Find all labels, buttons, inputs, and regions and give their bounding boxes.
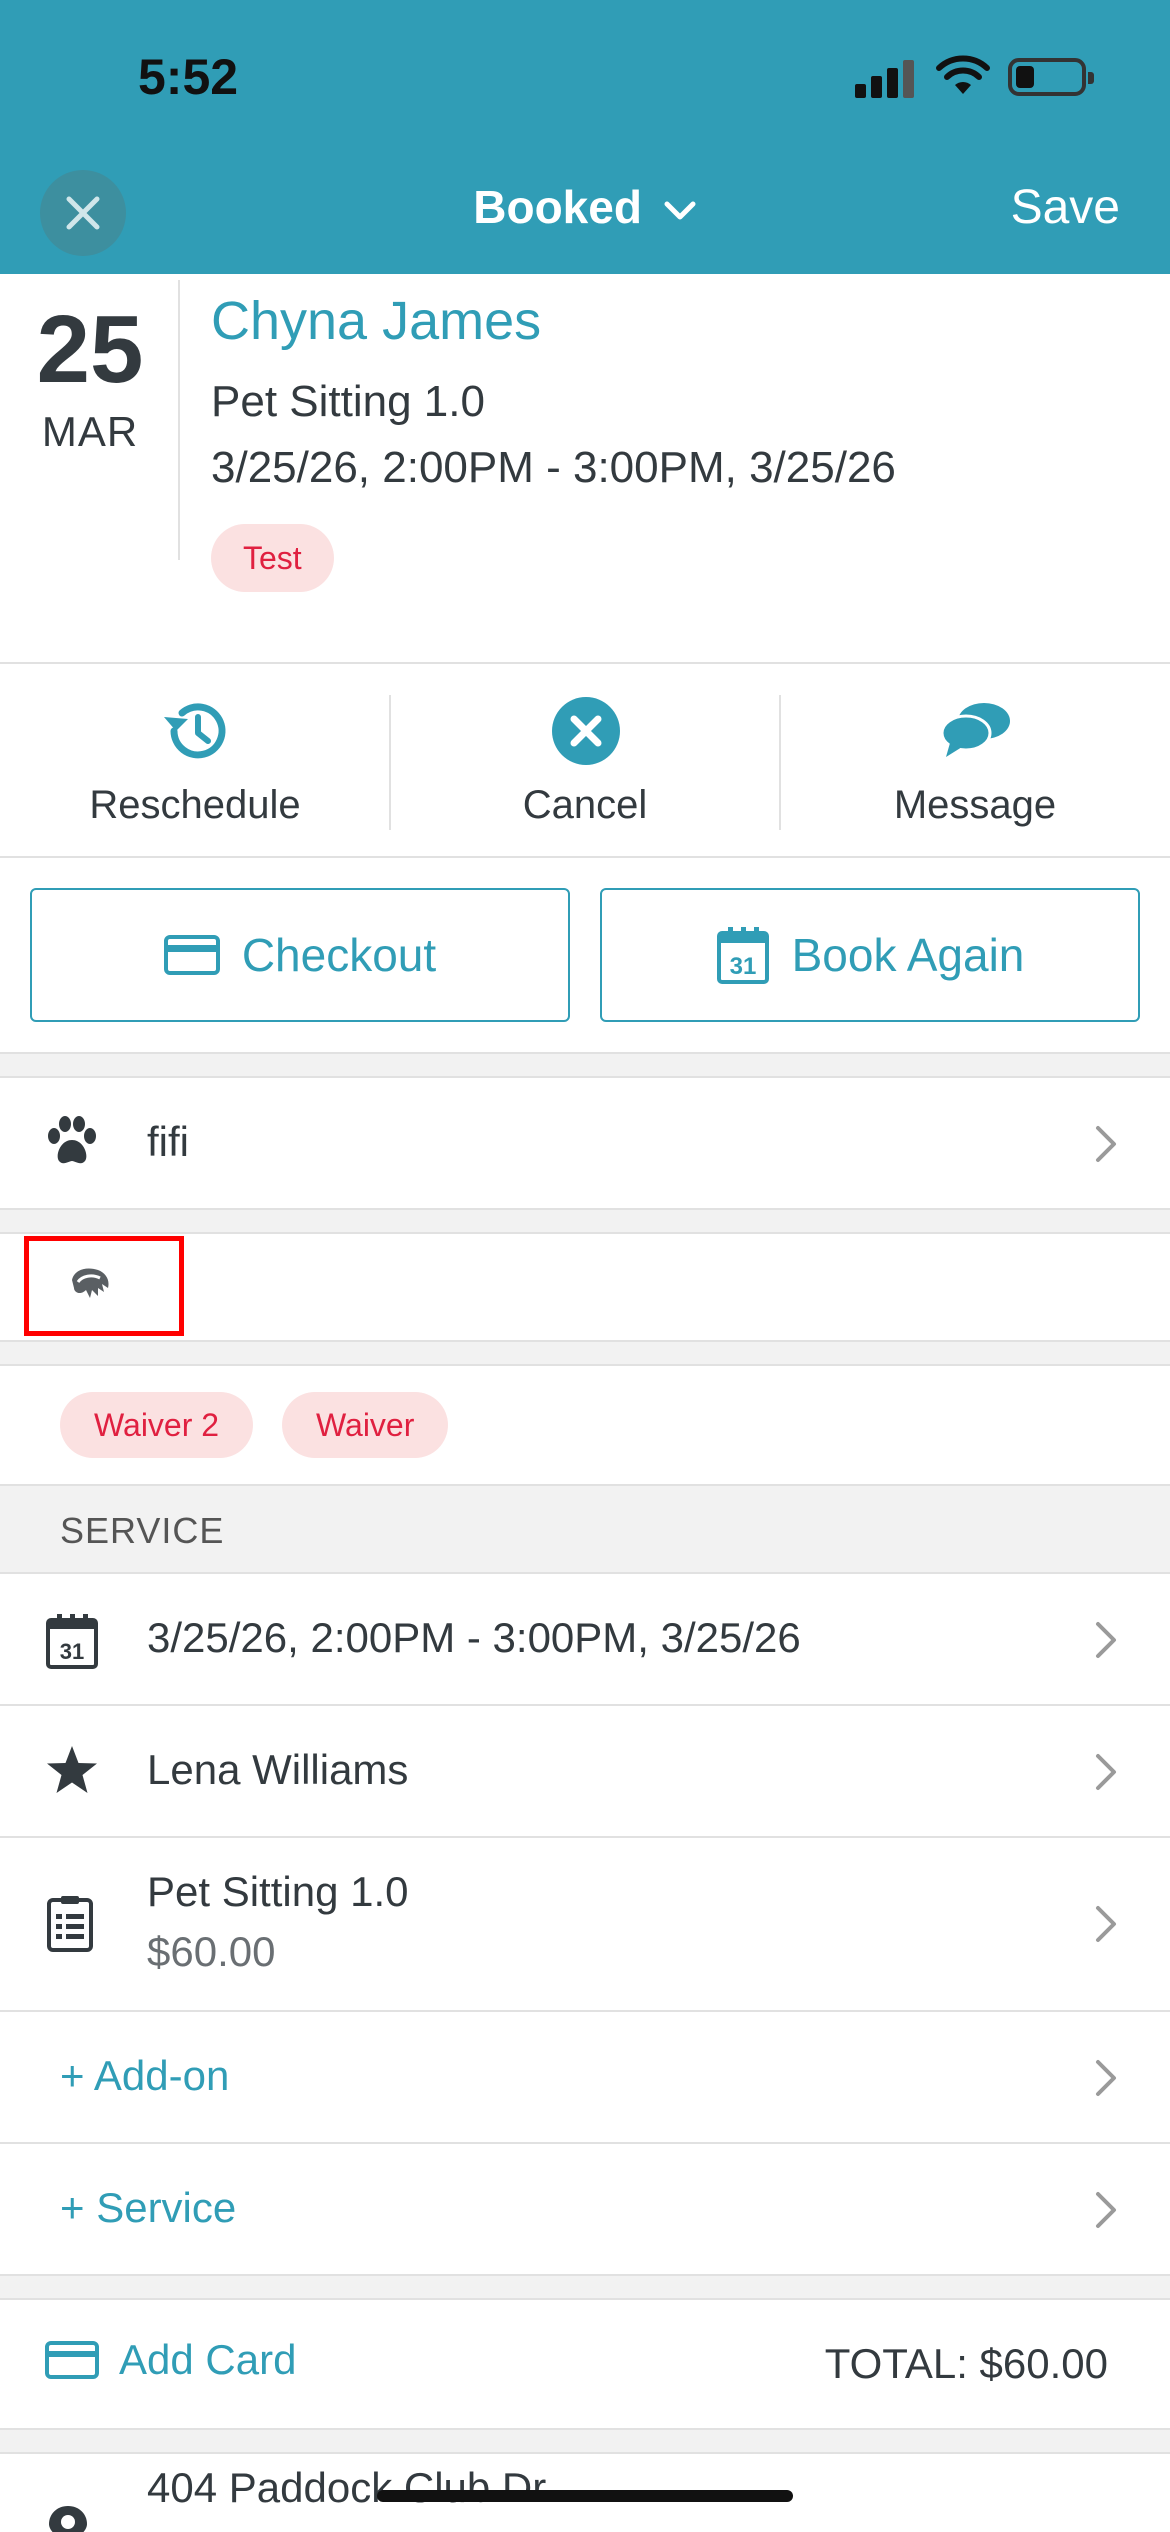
client-name-link[interactable]: Chyna James [211,290,541,352]
chevron-right-icon [1096,2192,1116,2228]
pet-name: fifi [147,1118,189,1165]
appointment-time: 3/25/26, 2:00PM - 3:00PM, 3/25/26 [211,443,896,492]
chevron-right-icon [1096,1906,1116,1942]
calendar-icon: 31 [716,927,769,984]
service-section-title: SERVICE [60,1510,225,1551]
paw-icon [48,1116,96,1164]
waiver-tag[interactable]: Waiver 2 [60,1392,254,1458]
book-again-button[interactable]: 31 Book Again [600,888,1140,1022]
appointment-tag: Test [211,524,334,592]
service-section-header: SERVICE [0,1486,1170,1574]
service-date-row[interactable]: 31 3/25/26, 2:00PM - 3:00PM, 3/25/26 [0,1574,1170,1704]
section-spacer [0,1052,1170,1078]
waiver-tag[interactable]: Waiver [282,1392,449,1458]
payment-row: Add Card TOTAL: $60.00 [0,2300,1170,2428]
message-button[interactable]: Message [780,665,1170,855]
status-time: 5:52 [138,49,239,105]
service-item-row[interactable]: Pet Sitting 1.0 $60.00 [0,1838,1170,2010]
add-service-row[interactable]: + Service [0,2144,1170,2274]
wifi-icon [936,55,990,94]
section-spacer [0,1208,1170,1234]
reschedule-button[interactable]: Reschedule [0,665,390,855]
service-item-price: $60.00 [147,1928,276,1975]
address-line1: 404 Paddock Club Dr [147,2464,547,2511]
add-card-button[interactable]: Add Card [45,2336,296,2384]
save-button[interactable]: Save [1011,180,1120,235]
message-label: Message [893,783,1057,827]
section-spacer [0,2428,1170,2454]
highlight-annotation [24,1236,184,1336]
history-icon [164,703,226,759]
location-pin-icon [49,2506,87,2532]
calendar-icon: 31 [46,1614,98,1669]
staff-name: Lena Williams [147,1746,409,1793]
total-amount: TOTAL: $60.00 [824,2340,1108,2387]
credit-card-icon [45,2341,99,2379]
star-icon [47,1746,97,1793]
status-dropdown[interactable]: Booked [0,180,1170,234]
pet-row[interactable]: fifi [0,1078,1170,1208]
calendar-icon-day: 31 [60,1639,84,1664]
checkout-button[interactable]: Checkout [30,888,570,1022]
chevron-right-icon [1096,2060,1116,2096]
book-again-label: Book Again [791,929,1025,981]
cancel-button[interactable]: Cancel [390,665,780,855]
battery-icon [1008,58,1094,96]
cancel-label: Cancel [522,783,648,827]
cancel-circle-icon [552,697,620,765]
add-service-label: + Service [60,2184,237,2231]
appointment-service: Pet Sitting 1.0 [211,377,485,426]
service-item-name: Pet Sitting 1.0 [147,1868,409,1915]
credit-card-icon [163,935,220,975]
status-bar: 5:52 [0,0,1170,150]
divider [0,856,1170,858]
staff-row[interactable]: Lena Williams [0,1706,1170,1836]
appointment-day: 25 [36,296,144,403]
nav-bar: Booked Save [0,150,1170,274]
chat-bubbles-icon [940,703,1010,757]
add-on-label: + Add-on [60,2052,230,2099]
checkout-label: Checkout [241,929,437,981]
section-spacer [0,1340,1170,1366]
chevron-right-icon [1096,1754,1116,1790]
chevron-right-icon [1096,1126,1116,1162]
add-card-label: Add Card [119,2336,297,2383]
add-on-row[interactable]: + Add-on [0,2012,1170,2142]
divider [0,662,1170,664]
calendar-icon-day: 31 [729,953,756,980]
status-dropdown-label: Booked [473,181,642,233]
chevron-right-icon [1096,1622,1116,1658]
home-indicator[interactable] [377,2490,793,2502]
checklist-icon [47,1896,93,1952]
appointment-month: MAR [41,408,139,455]
service-date-text: 3/25/26, 2:00PM - 3:00PM, 3/25/26 [147,1614,801,1661]
section-spacer [0,2274,1170,2300]
chevron-down-icon [664,201,696,220]
cellular-signal-icon [855,58,915,98]
reschedule-label: Reschedule [89,783,301,827]
appointment-date: 25 MAR [0,280,180,560]
